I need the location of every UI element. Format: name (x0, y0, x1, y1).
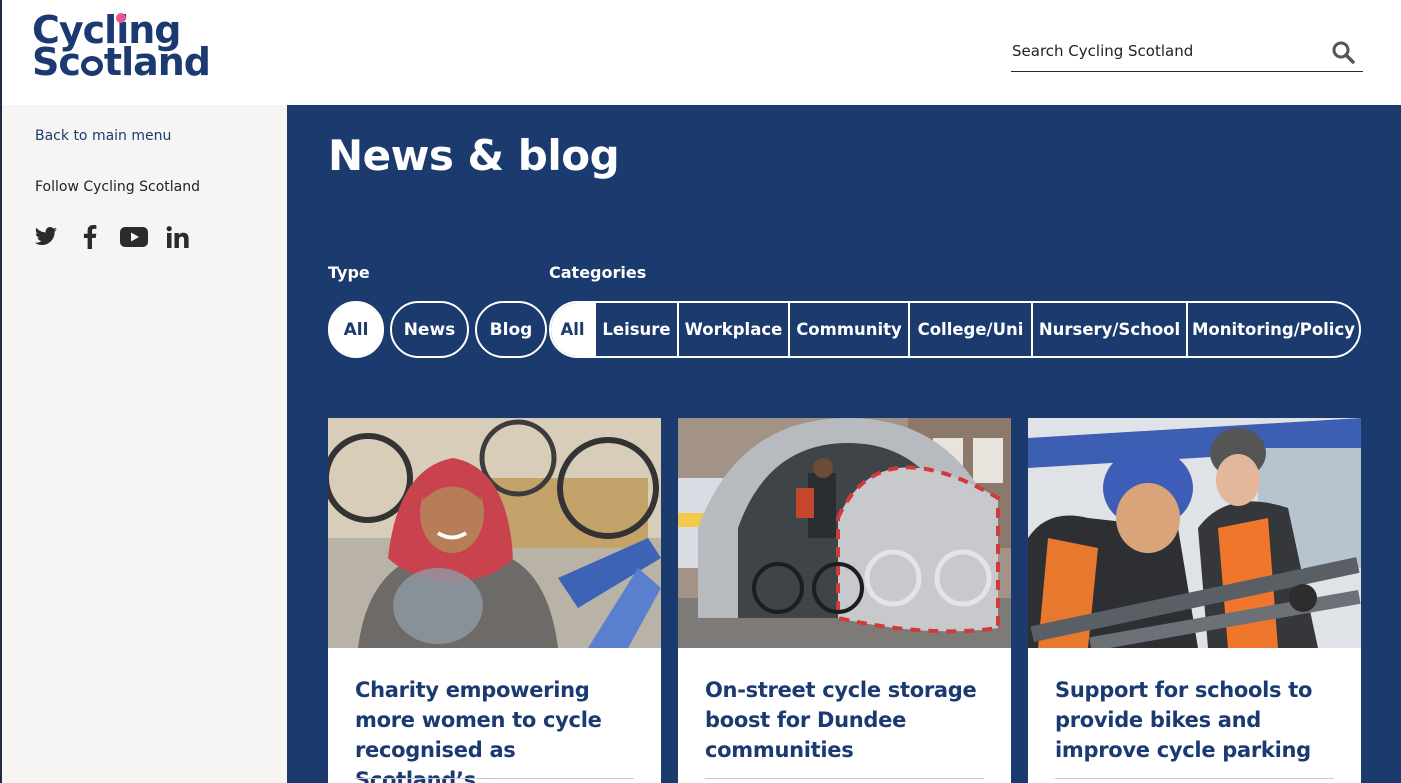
facebook-icon[interactable] (76, 223, 104, 251)
follow-label: Follow Cycling Scotland (35, 179, 200, 195)
category-filter-monitoring-policy[interactable]: Monitoring/Policy (1186, 303, 1359, 356)
news-card[interactable]: Support for schools to provide bikes and… (1028, 418, 1361, 783)
type-filter-all[interactable]: All (328, 301, 384, 358)
card-title[interactable]: Support for schools to provide bikes and… (1055, 675, 1340, 765)
news-card[interactable]: On-street cycle storage boost for Dundee… (678, 418, 1011, 783)
type-filter-label: Type (328, 263, 370, 282)
category-filter-group: All Leisure Workplace Community College/… (549, 301, 1361, 358)
search-bar (1011, 32, 1363, 72)
site-header: Cycling Sc tland (2, 0, 1401, 105)
category-filter-leisure[interactable]: Leisure (594, 303, 677, 356)
news-card[interactable]: Charity empowering more women to cycle r… (328, 418, 661, 783)
card-divider (1055, 778, 1334, 779)
category-filter-college-uni[interactable]: College/Uni (908, 303, 1031, 356)
card-divider (355, 778, 634, 779)
type-filter-blog[interactable]: Blog (475, 301, 547, 358)
logo-line-2: Sc tland (32, 40, 211, 84)
category-filter-workplace[interactable]: Workplace (677, 303, 788, 356)
page-title: News & blog (328, 131, 620, 180)
category-filter-all[interactable]: All (551, 303, 594, 356)
type-filter-news[interactable]: News (390, 301, 469, 358)
main-content: News & blog Type Categories All News Blo… (287, 105, 1401, 783)
card-divider (705, 778, 984, 779)
categories-filter-label: Categories (549, 263, 647, 282)
sidebar: Back to main menu Follow Cycling Scotlan… (2, 105, 287, 783)
card-image (1028, 418, 1361, 648)
social-links (32, 223, 192, 251)
linkedin-icon[interactable] (164, 223, 192, 251)
youtube-icon[interactable] (120, 223, 148, 251)
category-filter-community[interactable]: Community (788, 303, 908, 356)
search-input[interactable] (1011, 32, 1311, 70)
back-to-main-menu-link[interactable]: Back to main menu (35, 128, 171, 144)
logo-accent-dot (116, 13, 126, 23)
card-title[interactable]: Charity empowering more women to cycle r… (355, 675, 640, 783)
site-logo[interactable]: Cycling Sc tland (32, 11, 211, 84)
card-title[interactable]: On-street cycle storage boost for Dundee… (705, 675, 990, 765)
category-filter-nursery-school[interactable]: Nursery/School (1031, 303, 1186, 356)
search-icon[interactable] (1331, 40, 1355, 68)
card-image (328, 418, 661, 648)
twitter-icon[interactable] (32, 223, 60, 251)
card-image (678, 418, 1011, 648)
